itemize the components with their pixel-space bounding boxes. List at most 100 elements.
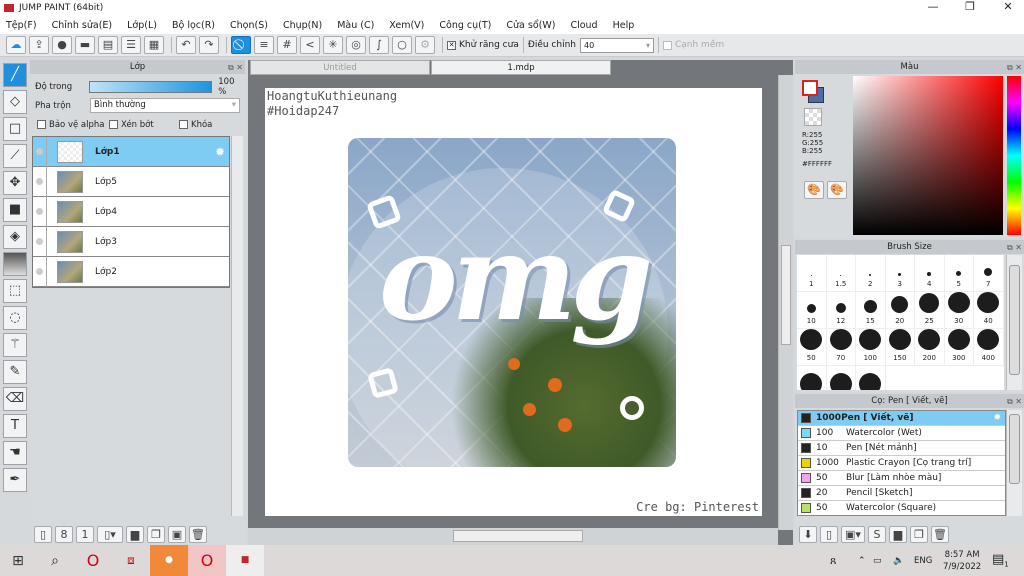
new-layer-icon[interactable]: ▯: [34, 526, 52, 543]
select-pen-tool-icon[interactable]: ✎: [3, 360, 27, 384]
folder-icon[interactable]: ▆: [889, 526, 907, 543]
protect-alpha-checkbox[interactable]: [37, 120, 46, 129]
new-1bit-layer-icon[interactable]: 1: [76, 526, 94, 543]
zalo-icon[interactable]: ●: [150, 545, 188, 576]
brush-size-option[interactable]: 100: [856, 329, 886, 366]
brush-size-option[interactable]: 7: [974, 255, 1004, 292]
layer-row[interactable]: Lớp2: [33, 256, 229, 287]
dot-line-tool-icon[interactable]: ⟋: [3, 144, 27, 168]
speech-bubble-icon[interactable]: ●: [52, 36, 72, 54]
windows-start-icon[interactable]: ⊞: [0, 553, 36, 569]
text-tool-icon[interactable]: T: [3, 414, 27, 438]
menu-snap[interactable]: Chụp(N): [283, 20, 322, 31]
gear-icon[interactable]: ✹: [215, 145, 225, 159]
notification-icon[interactable]: ▤1: [992, 552, 1009, 569]
fill-rect-tool-icon[interactable]: ■: [3, 198, 27, 222]
brush-list-scrollbar[interactable]: [1006, 410, 1022, 516]
layer-row[interactable]: Lớp3: [33, 226, 229, 257]
brush-size-option[interactable]: 1: [797, 255, 827, 292]
brush-size-option[interactable]: 30: [944, 292, 974, 329]
visibility-toggle[interactable]: [36, 208, 43, 215]
undo-icon[interactable]: ↶: [176, 36, 196, 54]
page-icon[interactable]: ▤: [98, 36, 118, 54]
transparent-color-swatch[interactable]: [804, 108, 822, 126]
brush-size-option[interactable]: 50: [797, 329, 827, 366]
brush-item[interactable]: 20 Pencil [Sketch]: [798, 486, 1005, 501]
palette-icon[interactable]: 🎨: [804, 181, 824, 199]
add-layer-dropdown-icon[interactable]: ▯▾: [97, 526, 123, 543]
brush-item[interactable]: 1000 Plastic Crayon [Cọ trang trí]: [798, 456, 1005, 471]
brush-size-scrollbar[interactable]: [1006, 255, 1022, 390]
magic-wand-tool-icon[interactable]: ⚚: [3, 333, 27, 357]
menu-file[interactable]: Tệp(F): [6, 20, 37, 31]
visibility-toggle[interactable]: [36, 148, 43, 155]
delete-icon[interactable]: 🗑: [189, 526, 207, 543]
edit-grid-icon[interactable]: ▦: [144, 36, 164, 54]
brush-size-option[interactable]: 3: [885, 255, 915, 292]
antialias-checkbox[interactable]: ✕: [447, 40, 456, 50]
opera-icon[interactable]: O: [74, 551, 112, 570]
foreground-color-swatch[interactable]: [802, 80, 818, 96]
duplicate-icon[interactable]: ❐: [910, 526, 928, 543]
menu-help[interactable]: Help: [613, 20, 635, 31]
canvas-hscrollbar[interactable]: [248, 528, 778, 545]
menu-layer[interactable]: Lớp(L): [127, 20, 157, 31]
move-tool-icon[interactable]: ✥: [3, 171, 27, 195]
chevron-up-icon[interactable]: ⌃: [858, 556, 866, 566]
parallel-snap-icon[interactable]: ≡: [254, 36, 274, 54]
gear-icon[interactable]: ✹: [993, 413, 1001, 423]
brush-size-option[interactable]: 20: [885, 292, 915, 329]
brush-size-option[interactable]: [826, 366, 856, 390]
menu-tools[interactable]: Công cụ(T): [439, 20, 491, 31]
merge-icon[interactable]: ▣: [168, 526, 186, 543]
delete-icon[interactable]: 🗑: [931, 526, 949, 543]
new-8bit-layer-icon[interactable]: 8: [55, 526, 73, 543]
saturation-value-picker[interactable]: [853, 76, 1003, 235]
menu-filter[interactable]: Bộ lọc(R): [172, 20, 215, 31]
brush-size-option[interactable]: 400: [974, 329, 1004, 366]
panel-close-icon[interactable]: ⧉ ✕: [1007, 395, 1022, 409]
brush-size-option[interactable]: 300: [944, 329, 974, 366]
adjust-select[interactable]: 40 ▾: [579, 37, 654, 53]
radial-snap-icon[interactable]: ✳: [323, 36, 343, 54]
brush-size-option[interactable]: 4: [915, 255, 945, 292]
snap-settings-icon[interactable]: ⚙: [415, 36, 435, 54]
cloud-icon[interactable]: ☁: [6, 36, 26, 54]
menu-edit[interactable]: Chỉnh sửa(E): [52, 20, 113, 31]
brush-size-option[interactable]: 25: [915, 292, 945, 329]
rectangle-tool-icon[interactable]: □: [3, 117, 27, 141]
close-button[interactable]: ✕: [993, 0, 1023, 13]
clip-checkbox[interactable]: [109, 120, 118, 129]
brush-size-option[interactable]: [856, 366, 886, 390]
volume-icon[interactable]: 🔈: [893, 556, 904, 566]
menu-view[interactable]: Xem(V): [389, 20, 424, 31]
curve-snap-icon[interactable]: ∫: [369, 36, 389, 54]
menu-cloud[interactable]: Cloud: [570, 20, 597, 31]
canvas-paper[interactable]: HoangtuKuthieunang #Hoidap247 omg Cre bg…: [265, 88, 762, 516]
app-icon[interactable]: ⧈: [112, 553, 150, 568]
maximize-button[interactable]: ❐: [955, 0, 985, 13]
menu-color[interactable]: Màu (C): [337, 20, 374, 31]
ellipse-snap-icon[interactable]: ○: [392, 36, 412, 54]
new-brush-icon[interactable]: ▯: [820, 526, 838, 543]
concentric-snap-icon[interactable]: ◎: [346, 36, 366, 54]
lock-checkbox[interactable]: [179, 120, 188, 129]
visibility-toggle[interactable]: [36, 268, 43, 275]
menu-select[interactable]: Chọn(S): [230, 20, 268, 31]
language-indicator[interactable]: ENG: [914, 556, 932, 566]
brush-size-option[interactable]: 15: [856, 292, 886, 329]
cloud-download-icon[interactable]: ⬇: [799, 526, 817, 543]
visibility-toggle[interactable]: [36, 238, 43, 245]
rect-select-tool-icon[interactable]: ⬚: [3, 279, 27, 303]
brush-size-option[interactable]: 12: [826, 292, 856, 329]
eraser-tool-icon[interactable]: ◇: [3, 90, 27, 114]
duplicate-icon[interactable]: ❐: [147, 526, 165, 543]
layer-row[interactable]: Lớp5: [33, 166, 229, 197]
panel-layout-icon[interactable]: ☰: [121, 36, 141, 54]
brush-size-option[interactable]: 200: [915, 329, 945, 366]
brush-script-icon[interactable]: S: [868, 526, 886, 543]
panel-close-icon[interactable]: ⧉ ✕: [228, 61, 243, 75]
blend-select[interactable]: Bình thường ▾: [90, 98, 240, 113]
brush-size-option[interactable]: 10: [797, 292, 827, 329]
tab-1-mdp[interactable]: 1.mdp: [431, 60, 611, 75]
